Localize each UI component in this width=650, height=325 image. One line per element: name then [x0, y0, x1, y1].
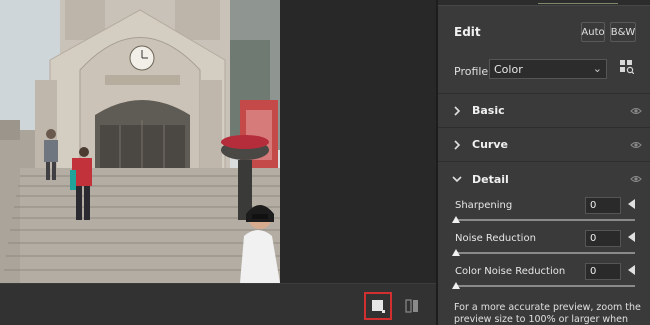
sharpening-track[interactable] [455, 219, 635, 221]
profile-dropdown[interactable]: Color ⌄ [489, 59, 607, 79]
color-noise-reduction-value-field[interactable]: 0 [585, 263, 621, 280]
section-curve-label: Curve [472, 138, 508, 151]
noise-reduction-label: Noise Reduction [455, 233, 536, 244]
black-white-button[interactable]: B&W [610, 22, 636, 42]
section-detail[interactable]: Detail [438, 162, 650, 196]
chevron-down-icon: ⌄ [592, 62, 602, 75]
histogram-strip [438, 0, 650, 6]
photo-image [0, 0, 280, 283]
before-after-icon [405, 299, 418, 313]
single-view-icon [372, 300, 385, 313]
histogram-line [538, 3, 618, 4]
eye-icon[interactable] [630, 173, 642, 185]
edit-title: Edit [454, 25, 481, 39]
profile-value: Color [494, 62, 523, 76]
noise-reduction-value-field[interactable]: 0 [585, 230, 621, 247]
sharpening-reset-icon[interactable] [628, 199, 635, 209]
eye-icon[interactable] [630, 139, 642, 151]
detail-preview-note: For a more accurate preview, zoom the pr… [454, 302, 641, 325]
noise-reduction-thumb[interactable] [452, 249, 460, 256]
compare-view-button[interactable] [398, 292, 426, 320]
profile-label: Profile [454, 65, 489, 78]
section-curve[interactable]: Curve [438, 128, 650, 162]
sharpening-slider-row: Sharpening 0 [438, 196, 650, 229]
color-noise-reduction-track[interactable] [455, 285, 635, 287]
section-basic-label: Basic [472, 104, 505, 117]
photo-preview[interactable] [0, 0, 280, 283]
single-view-button[interactable] [364, 292, 392, 320]
noise-reduction-reset-icon[interactable] [628, 232, 635, 242]
auto-button[interactable]: Auto [581, 22, 605, 42]
edit-panel: Edit Auto B&W Profile Color ⌄ Basic Curv… [438, 0, 650, 325]
chevron-down-icon [452, 176, 462, 183]
color-noise-reduction-reset-icon[interactable] [628, 265, 635, 275]
noise-reduction-slider-row: Noise Reduction 0 [438, 229, 650, 262]
eye-icon[interactable] [630, 105, 642, 117]
grid-browse-icon[interactable] [620, 60, 634, 74]
profile-row: Profile Color ⌄ [438, 56, 650, 94]
chevron-right-icon [454, 139, 461, 150]
image-workspace [0, 0, 436, 325]
sharpening-label: Sharpening [455, 200, 513, 211]
sharpening-thumb[interactable] [452, 216, 460, 223]
sharpening-value-field[interactable]: 0 [585, 197, 621, 214]
chevron-right-icon [454, 105, 461, 116]
color-noise-reduction-label: Color Noise Reduction [455, 266, 566, 277]
color-noise-reduction-slider-row: Color Noise Reduction 0 [438, 262, 650, 295]
noise-reduction-track[interactable] [455, 252, 635, 254]
edit-header: Edit Auto B&W [438, 18, 650, 46]
section-basic[interactable]: Basic [438, 94, 650, 128]
section-detail-label: Detail [472, 172, 509, 186]
color-noise-reduction-thumb[interactable] [452, 282, 460, 289]
view-toolbar [0, 283, 436, 325]
